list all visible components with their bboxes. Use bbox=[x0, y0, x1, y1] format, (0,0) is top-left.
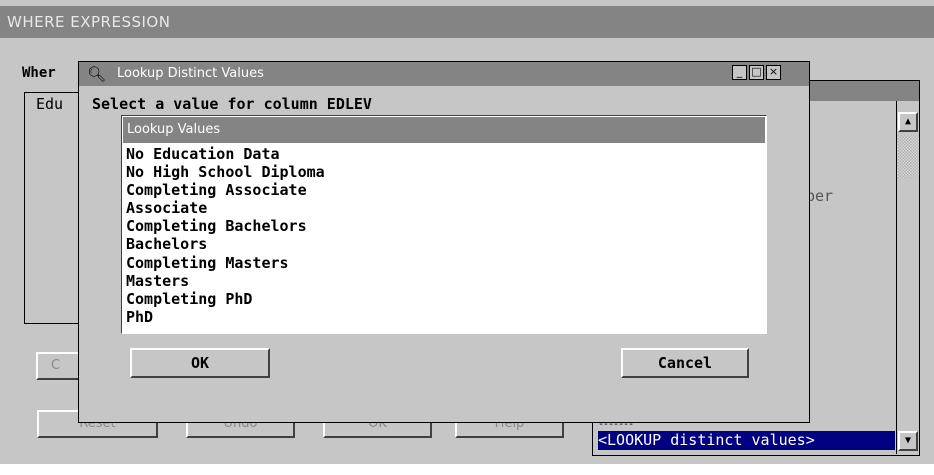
dialog-title-bar[interactable]: 🔍︎ Lookup Distinct Values _ □ × bbox=[79, 62, 809, 86]
lookup-values-header: Lookup Values bbox=[123, 117, 765, 143]
screen: WHERE EXPRESSION Wher Edu ber ------- <L… bbox=[0, 0, 934, 475]
list-item[interactable]: No High School Diploma bbox=[126, 163, 325, 181]
scroll-up-arrow-icon[interactable]: ▲ bbox=[898, 112, 918, 132]
list-item[interactable]: Completing PhD bbox=[126, 290, 325, 308]
cancel-button[interactable]: Cancel bbox=[621, 348, 749, 378]
list-item[interactable]: Bachelors bbox=[126, 235, 325, 253]
dialog-title: Lookup Distinct Values bbox=[117, 66, 264, 81]
group-label: Edu bbox=[36, 95, 64, 113]
lookup-distinct-values-dialog: 🔍︎ Lookup Distinct Values _ □ × Select a… bbox=[78, 61, 810, 423]
ok-button[interactable]: OK bbox=[130, 348, 270, 378]
close-button[interactable]: × bbox=[766, 65, 781, 80]
scroll-down-arrow-icon[interactable]: ▼ bbox=[898, 431, 918, 451]
list-item[interactable]: Completing Bachelors bbox=[126, 217, 325, 235]
lookup-values-listbox[interactable]: Lookup Values No Education Data No High … bbox=[121, 115, 767, 334]
maximize-button[interactable]: □ bbox=[749, 65, 764, 80]
lookup-distinct-values-item[interactable]: <LOOKUP distinct values> bbox=[598, 431, 895, 450]
lookup-values-list[interactable]: No Education Data No High School Diploma… bbox=[126, 145, 325, 326]
list-item[interactable]: Completing Masters bbox=[126, 254, 325, 272]
list-item[interactable]: No Education Data bbox=[126, 145, 325, 163]
minimize-button[interactable]: _ bbox=[732, 65, 747, 80]
operators-list-fragment: ber bbox=[806, 187, 834, 205]
list-item[interactable]: Associate bbox=[126, 199, 325, 217]
vertical-scrollbar[interactable]: ▲ ▼ bbox=[896, 101, 919, 454]
scrollbar-thumb[interactable] bbox=[898, 135, 918, 179]
where-label: Wher bbox=[22, 65, 56, 81]
where-expression-title: WHERE EXPRESSION bbox=[0, 6, 934, 38]
magnifier-icon: 🔍︎ bbox=[87, 65, 107, 83]
list-item[interactable]: PhD bbox=[126, 308, 325, 326]
list-item[interactable]: Masters bbox=[126, 272, 325, 290]
list-item[interactable]: Completing Associate bbox=[126, 181, 325, 199]
select-value-prompt: Select a value for column EDLEV bbox=[92, 95, 372, 113]
